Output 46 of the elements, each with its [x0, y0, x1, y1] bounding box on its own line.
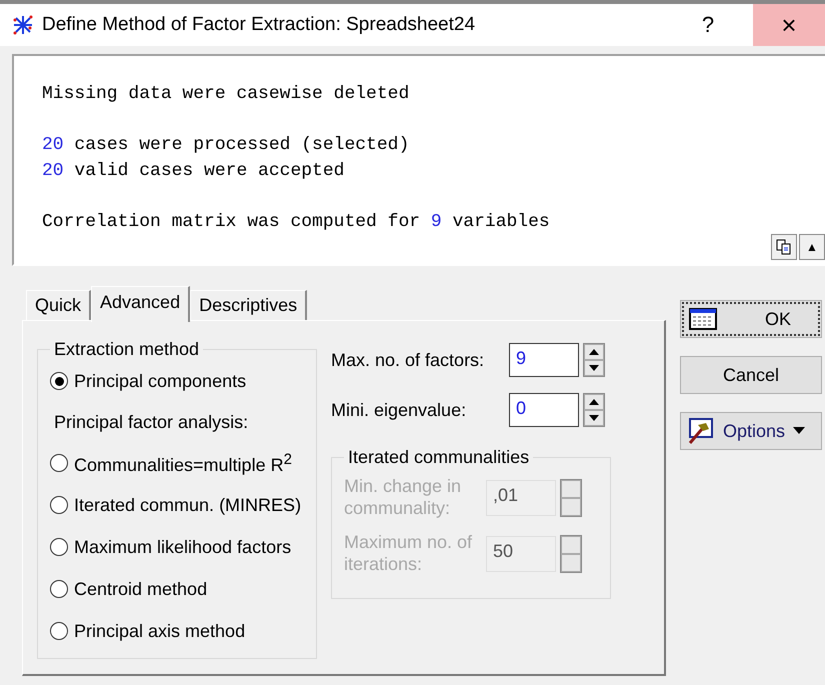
field-label: Mini. eigenvalue: [331, 400, 468, 420]
spin-button[interactable] [583, 343, 605, 377]
window-title: Define Method of Factor Extraction: Spreadsheet24 [42, 14, 476, 36]
collapse-button[interactable]: ▲ [799, 234, 825, 260]
up-arrow-icon [588, 348, 600, 356]
radio-option[interactable]: Principal axis method [50, 610, 304, 652]
spin-button[interactable] [583, 393, 605, 427]
options-button[interactable]: Options [680, 412, 822, 450]
output-line: 20 cases were processed (selected) [42, 135, 410, 155]
cancel-button[interactable]: Cancel [680, 356, 822, 394]
copy-button[interactable] [771, 234, 797, 260]
close-button[interactable]: × [753, 4, 825, 46]
field-label: Max. no. of factors: [331, 350, 486, 370]
down-arrow-icon [588, 364, 600, 372]
radio-button[interactable] [50, 372, 68, 390]
number-field[interactable]: 0 [509, 393, 579, 427]
spreadsheet-icon [689, 308, 717, 330]
radio-button[interactable] [50, 622, 68, 640]
ok-button[interactable]: OK [680, 300, 822, 338]
down-arrow-icon [588, 414, 600, 422]
group-title: Extraction method [53, 339, 200, 360]
output-line: 20 valid cases were accepted [42, 160, 344, 180]
section-label: Principal factor analysis: [53, 410, 250, 434]
copy-icon [776, 239, 792, 255]
radio-option[interactable]: Centroid method [50, 568, 304, 610]
output-line: Missing data were casewise deleted [42, 84, 410, 104]
app-icon [12, 14, 34, 36]
radio-option[interactable]: Principal components [50, 360, 304, 402]
radio-option[interactable]: Communalities=multiple R$^{2}$ [50, 442, 304, 484]
number-field[interactable]: 9 [509, 343, 579, 377]
field-label: Min. change in communality: [344, 476, 462, 520]
tab[interactable]: Quick [26, 290, 92, 320]
up-arrow-icon [588, 398, 600, 406]
radio-option[interactable]: Maximum likelihood factors [50, 526, 304, 568]
caret-icon [793, 427, 806, 435]
field-label: Maximum no. of iterations: [344, 532, 474, 576]
tab[interactable]: Descriptives [190, 290, 308, 320]
radio-button[interactable] [50, 454, 68, 472]
output-line: Correlation matrix was computed for 9 variables [42, 212, 550, 232]
radio-option[interactable]: Iterated commun. (MINRES) [50, 484, 304, 526]
tab[interactable]: Advanced [91, 286, 190, 322]
radio-button[interactable] [50, 496, 68, 514]
hammer-icon [687, 417, 715, 445]
radio-button[interactable] [50, 580, 68, 598]
radio-button[interactable] [50, 538, 68, 556]
group-title: Iterated communalities [347, 447, 530, 468]
